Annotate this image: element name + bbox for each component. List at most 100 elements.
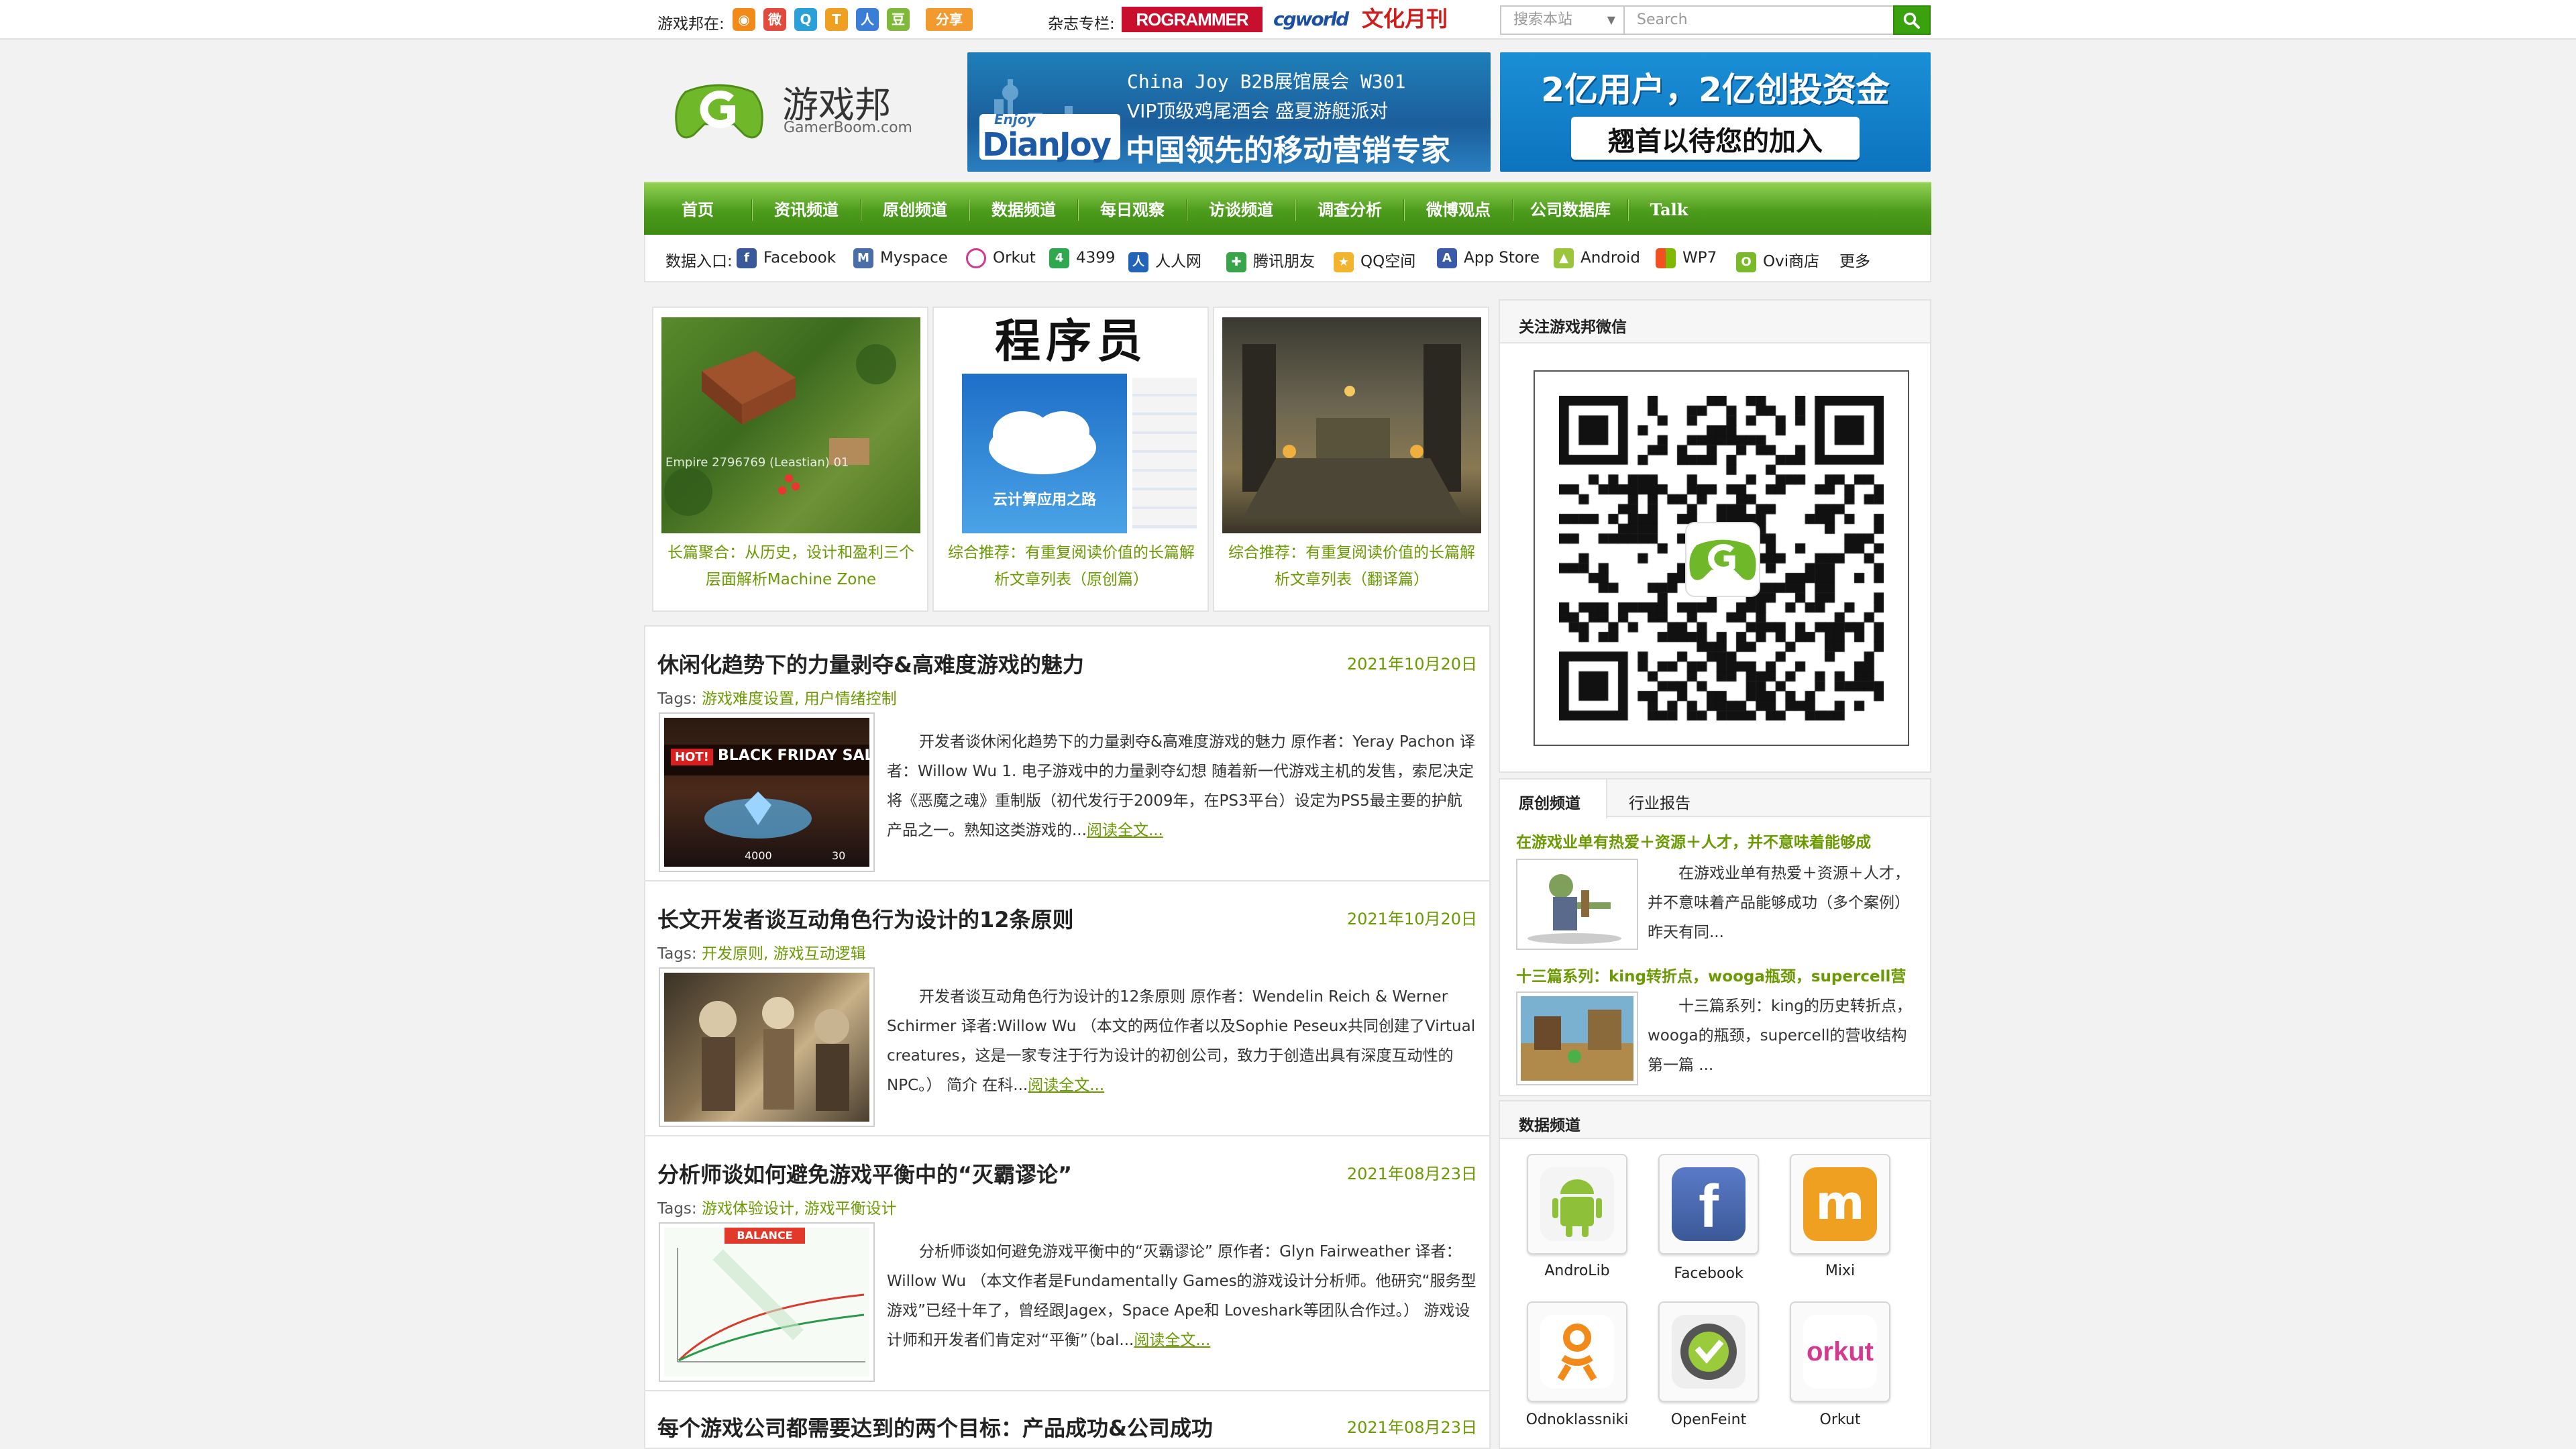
data-entry-myspace[interactable]: M Myspace [853,248,948,268]
articles-tab-panel: 原创频道 行业报告 在游戏业单有热爱＋资源＋人才，并不意味着能够成 在游戏业单有… [1499,778,1931,1096]
banner1-line2: VIP顶级鸡尾酒会 盛夏游艇派对 [1127,100,1389,122]
article-divider [645,880,1489,881]
data-entry-ovi[interactable]: O Ovi商店 [1736,248,1819,272]
article-thumbnail[interactable] [659,967,875,1127]
app-tile-orkut[interactable]: orkut [1790,1301,1890,1402]
featured-image[interactable]: Empire 2796769 (Leastian) 01 [661,317,920,533]
characters-artwork [699,997,849,1111]
strategy-game-scene [664,344,896,516]
read-more-link[interactable]: 阅读全文... [1087,822,1163,839]
search-input[interactable]: Search [1623,5,1894,35]
article-title[interactable]: 分析师谈如何避免游戏平衡中的“灭霸谬论” [657,1158,1072,1189]
article-tag-links[interactable]: 游戏难度设置, 用户情绪控制 [702,690,897,708]
nav-data[interactable]: 数据频道 [970,183,1077,236]
app-tile-androlib[interactable] [1527,1154,1627,1254]
data-entry-wp7[interactable]: WP7 [1656,248,1717,268]
rss-icon[interactable]: ◉ [733,8,755,31]
thumb-balance-label: BALANCE [724,1228,805,1244]
data-entry-android[interactable]: ▲ Android [1554,248,1640,268]
sidebar-post-thumbnail[interactable] [1516,859,1638,950]
chevron-down-icon: ▼ [1607,13,1615,26]
nav-original[interactable]: 原创频道 [861,183,969,236]
investment-ad-banner[interactable]: 2亿用户，2亿创投资金 翘首以待您的加入 [1500,52,1931,172]
data-entry-label: 数据入口: [665,253,733,270]
tab-industry-report[interactable]: 行业报告 [1629,790,1690,813]
appstore-icon: A [1437,248,1457,268]
sidebar-post-thumbnail[interactable] [1516,991,1638,1085]
qzone-icon: ★ [1334,252,1354,272]
sidebar-post-title[interactable]: 十三篇系列：king转折点，wooga瓶颈，supercell营 [1516,963,1906,986]
data-entry-orkut[interactable]: Orkut [966,248,1036,268]
article-tags: Tags: 游戏难度设置, 用户情绪控制 [657,690,897,708]
nav-weibo[interactable]: 微博观点 [1405,183,1512,236]
app-tile-openfeint[interactable] [1658,1301,1759,1402]
dianjoy-brand: DianJoy [982,126,1112,164]
top-bar: 游戏邦在: ◉ 微 Q T 人 豆 分享 杂志专栏: ROGRAMMER cgw… [0,0,2576,40]
data-entry-facebook[interactable]: f Facebook [737,248,836,268]
chinajoy-ad-banner[interactable]: Enjoy DianJoy China Joy B2B展馆展会 W301 VIP… [967,52,1491,172]
qq-icon[interactable]: Q [794,8,817,31]
search-scope-value: 搜索本站 [1513,11,1573,28]
featured-image[interactable]: 程序员 云计算应用之路 [942,317,1201,533]
featured-image[interactable] [1222,317,1481,533]
article-title[interactable]: 每个游戏公司都需要达到的两个目标：产品成功&公司成功 [657,1411,1213,1442]
thumb-number-1: 4000 [745,849,772,862]
magazine-programmer-logo[interactable]: ROGRAMMER [1122,7,1263,32]
gems-graphic [704,792,812,839]
4399-icon: 4 [1049,248,1069,268]
renren-icon[interactable]: 人 [856,8,879,31]
app-tile-facebook[interactable]: f [1658,1154,1759,1254]
search-icon [1903,12,1920,29]
douban-icon[interactable]: 豆 [887,8,910,31]
search-scope-select[interactable]: 搜索本站 ▼ [1500,5,1625,35]
featured-caption[interactable]: 综合推荐：有重复阅读价值的长篇解析文章列表（原创篇） [941,539,1202,593]
read-more-link[interactable]: 阅读全文... [1134,1332,1210,1349]
magazine-wenhua-logo[interactable]: 文化月刊 [1362,5,1448,32]
article-thumbnail[interactable]: BALANCE [659,1222,875,1382]
article-title[interactable]: 休闲化趋势下的力量剥夺&高难度游戏的魅力 [657,648,1084,679]
data-entry-4399[interactable]: 4 4399 [1049,248,1116,268]
weibo-icon[interactable]: 微 [763,8,786,31]
dianjoy-brand-top: Enjoy [994,111,1036,127]
data-entry-appstore[interactable]: A App Store [1437,248,1540,268]
app-label: OpenFeint [1670,1411,1747,1428]
nav-talk-time[interactable]: Talk Time [1629,183,1709,272]
nav-news[interactable]: 资讯频道 [753,183,860,236]
article-date: 2021年08月23日 [1346,1418,1477,1437]
app-tile-odnoklassniki[interactable] [1527,1301,1627,1402]
magazine-cgworld-logo[interactable]: cgworld [1273,7,1349,32]
article-title[interactable]: 长文开发者谈互动角色行为设计的12条原则 [657,903,1074,934]
app-tile-mixi[interactable]: m [1790,1154,1890,1254]
article-tag-links[interactable]: 开发原则, 游戏互动逻辑 [702,945,866,963]
wechat-panel: 关注游戏邦微信 [1499,299,1931,773]
data-entry-more[interactable]: 更多 [1839,248,1870,271]
app-label: Odnoklassniki [1525,1411,1629,1428]
data-entry-renren[interactable]: 人人人网 [1128,248,1201,272]
app-label: AndroLib [1544,1263,1610,1279]
article-thumbnail[interactable]: HOT! BLACK FRIDAY SALE! 4000 30 [659,712,875,872]
myspace-icon: M [853,248,873,268]
article-tag-links[interactable]: 游戏体验设计, 游戏平衡设计 [702,1200,897,1218]
banner2-line1: 2亿用户，2亿创投资金 [1541,70,1890,109]
nav-interview[interactable]: 访谈频道 [1187,183,1295,236]
nav-home[interactable]: 首页 [644,183,751,236]
featured-card[interactable]: Empire 2796769 (Leastian) 01 长篇聚合：从历史，设计… [652,307,928,612]
tab-original[interactable]: 原创频道 [1500,780,1607,818]
featured-card[interactable]: 综合推荐：有重复阅读价值的长篇解析文章列表（翻译篇） [1213,307,1489,612]
featured-caption[interactable]: 综合推荐：有重复阅读价值的长篇解析文章列表（翻译篇） [1221,539,1483,593]
tianya-icon[interactable]: T [825,8,848,31]
nav-daily[interactable]: 每日观察 [1079,183,1186,236]
read-more-link[interactable]: 阅读全文... [1028,1077,1104,1094]
game-scene-artwork [1521,996,1633,1081]
article-date: 2021年10月20日 [1346,910,1477,928]
featured-caption[interactable]: 长篇聚合：从历史，设计和盈利三个层面解析Machine Zone [660,539,922,593]
data-entry-tencent-friend[interactable]: ✚ 腾讯朋友 [1226,248,1315,272]
featured-card[interactable]: 程序员 云计算应用之路 综合推荐：有重复阅读价值的长篇解析文章列表（原创篇） [932,307,1209,612]
nav-survey[interactable]: 调查分析 [1296,183,1403,236]
share-button[interactable]: 分享 [926,8,973,31]
sidebar-post-title[interactable]: 在游戏业单有热爱＋资源＋人才，并不意味着能够成 [1516,829,1871,852]
gamepad-logo-icon[interactable] [672,78,766,143]
search-button[interactable] [1893,5,1931,35]
data-entry-qzone[interactable]: ★ QQ空间 [1334,248,1415,272]
nav-company-db[interactable]: 公司数据库 [1513,183,1627,236]
